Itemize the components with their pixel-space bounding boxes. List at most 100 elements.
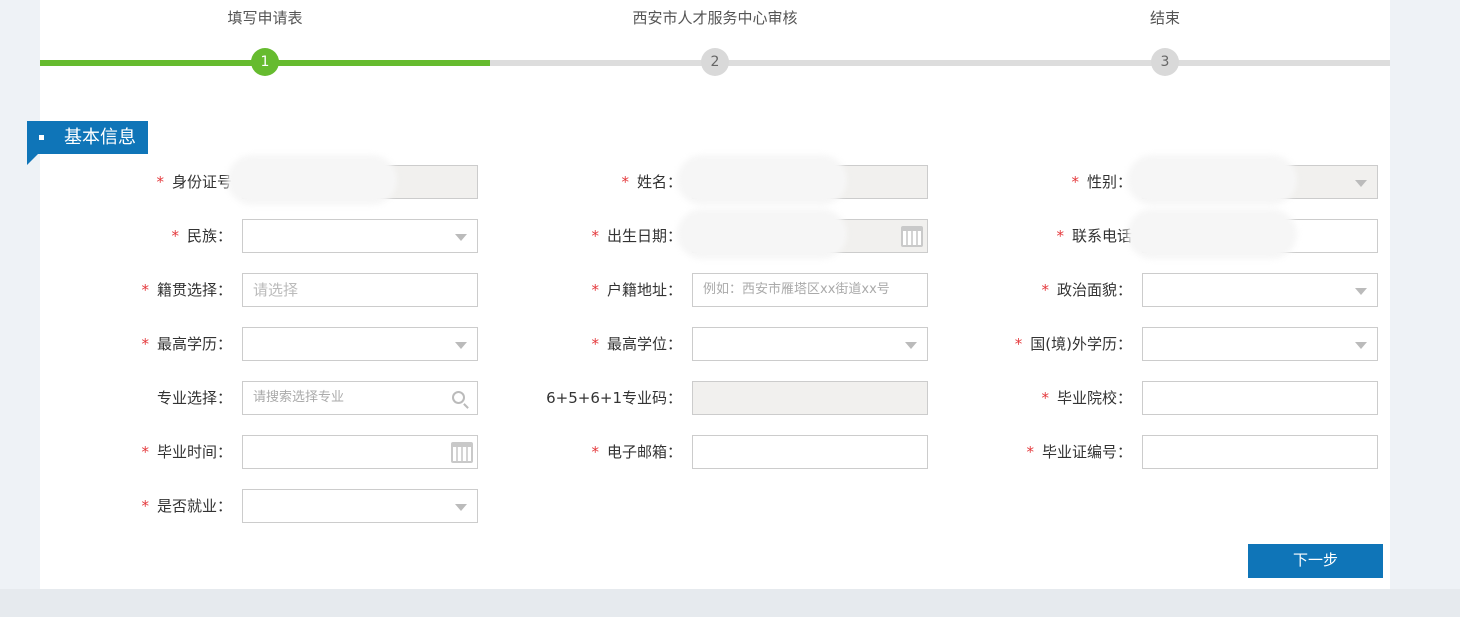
dropdown-arrow-icon xyxy=(455,234,467,241)
placeholder: 请搜索选择专业 xyxy=(253,390,345,405)
bullet-icon xyxy=(39,135,44,140)
select-input[interactable] xyxy=(1142,273,1378,307)
select-input[interactable] xyxy=(692,327,928,361)
required-mark: * xyxy=(1071,173,1079,191)
redaction-blur xyxy=(677,209,847,259)
dropdown-arrow-icon xyxy=(905,342,917,349)
required-mark: * xyxy=(1041,389,1049,407)
field-label: * 民族： xyxy=(32,219,232,253)
field-label: * 是否就业： xyxy=(32,489,232,523)
dropdown-arrow-icon xyxy=(1355,342,1367,349)
field-label-text: 毕业院校： xyxy=(1056,389,1132,407)
required-mark: * xyxy=(591,335,599,353)
step-number: 3 xyxy=(1151,48,1179,76)
required-mark: * xyxy=(141,497,149,515)
field-label-text: 最高学历： xyxy=(156,335,232,353)
dropdown-arrow-icon xyxy=(1355,180,1367,187)
field-label: * 身份证号 xyxy=(32,165,232,199)
field-label: * 出生日期： xyxy=(482,219,682,253)
field-label: * 最高学历： xyxy=(32,327,232,361)
field-label-text: 姓名： xyxy=(636,173,682,191)
field-label-text: 专业选择： xyxy=(156,389,232,407)
dropdown-arrow-icon xyxy=(455,342,467,349)
section-title: 基本信息 xyxy=(64,127,136,148)
field-label-text: 籍贯选择： xyxy=(156,281,232,299)
field-label-text: 政治面貌： xyxy=(1056,281,1132,299)
field-label: * 联系电话 xyxy=(932,219,1132,253)
step-number: 2 xyxy=(701,48,729,76)
date-input[interactable] xyxy=(242,435,478,469)
field-label-text: 身份证号 xyxy=(171,173,232,191)
field-label-text: 电子邮箱： xyxy=(606,443,682,461)
text-input[interactable]: 请选择 xyxy=(242,273,478,307)
field-label-text: 6+5+6+1专业码： xyxy=(546,389,682,407)
field-label-text: 出生日期： xyxy=(606,227,682,245)
footer xyxy=(0,589,1460,617)
redaction-blur xyxy=(227,155,397,205)
required-mark: * xyxy=(591,227,599,245)
field-label: * 毕业证编号： xyxy=(932,435,1132,469)
dropdown-arrow-icon xyxy=(1355,288,1367,295)
field-label-text: 民族： xyxy=(186,227,232,245)
select-input[interactable] xyxy=(242,327,478,361)
section-header: 基本信息 xyxy=(27,121,148,154)
field-label-text: 国(境)外学历： xyxy=(1030,335,1132,353)
field-label: * 户籍地址： xyxy=(482,273,682,307)
text-input[interactable] xyxy=(1142,435,1378,469)
step-number: 1 xyxy=(251,48,279,76)
field-label: 6+5+6+1专业码： xyxy=(482,381,682,415)
dropdown-arrow-icon xyxy=(455,504,467,511)
required-mark: * xyxy=(621,173,629,191)
required-mark: * xyxy=(171,227,179,245)
calendar-icon xyxy=(451,442,473,463)
text-input[interactable] xyxy=(1142,381,1378,415)
field-label: * 毕业院校： xyxy=(932,381,1132,415)
select-input[interactable] xyxy=(242,489,478,523)
required-mark: * xyxy=(141,335,149,353)
calendar-icon xyxy=(901,226,923,247)
field-label-text: 联系电话 xyxy=(1071,227,1132,245)
field-label-text: 户籍地址： xyxy=(606,281,682,299)
required-mark: * xyxy=(591,443,599,461)
field-label-text: 最高学位： xyxy=(606,335,682,353)
required-mark: * xyxy=(1026,443,1034,461)
required-mark: * xyxy=(1014,335,1023,353)
placeholder: 请选择 xyxy=(253,281,299,299)
required-mark: * xyxy=(1056,227,1064,245)
field-label-text: 性别： xyxy=(1086,173,1132,191)
required-mark: * xyxy=(141,443,149,461)
step-label: 填写申请表 xyxy=(227,9,303,27)
step-label: 结束 xyxy=(1149,9,1181,27)
next-step-button[interactable]: 下一步 xyxy=(1248,544,1383,578)
search-input[interactable]: 请搜索选择专业 xyxy=(242,381,478,415)
field-label: * 最高学位： xyxy=(482,327,682,361)
placeholder: 例如：西安市雁塔区xx街道xx号 xyxy=(703,282,890,297)
progress-bar-pending xyxy=(490,60,1390,66)
field-label: * 电子邮箱： xyxy=(482,435,682,469)
text-input[interactable] xyxy=(692,381,928,415)
field-label: * 籍贯选择： xyxy=(32,273,232,307)
required-mark: * xyxy=(141,281,149,299)
text-input[interactable] xyxy=(692,435,928,469)
field-label: * 姓名： xyxy=(482,165,682,199)
field-label: * 性别： xyxy=(932,165,1132,199)
required-mark: * xyxy=(156,173,164,191)
search-icon xyxy=(452,391,465,404)
text-input[interactable]: 例如：西安市雁塔区xx街道xx号 xyxy=(692,273,928,307)
required-mark: * xyxy=(1041,281,1049,299)
field-label-text: 是否就业： xyxy=(156,497,232,515)
field-label: * 毕业时间： xyxy=(32,435,232,469)
step-label: 西安市人才服务中心审核 xyxy=(632,9,798,27)
field-label-text: 毕业时间： xyxy=(156,443,232,461)
field-label-text: 毕业证编号： xyxy=(1041,443,1132,461)
redaction-blur xyxy=(677,155,847,205)
redaction-blur xyxy=(1127,209,1297,259)
section-ribbon-tail xyxy=(27,154,38,165)
field-label: * 国(境)外学历： xyxy=(932,327,1132,361)
select-input[interactable] xyxy=(1142,327,1378,361)
select-input[interactable] xyxy=(242,219,478,253)
required-mark: * xyxy=(591,281,599,299)
redaction-blur xyxy=(1127,155,1297,205)
field-label: * 政治面貌： xyxy=(932,273,1132,307)
field-label: 专业选择： xyxy=(32,381,232,415)
